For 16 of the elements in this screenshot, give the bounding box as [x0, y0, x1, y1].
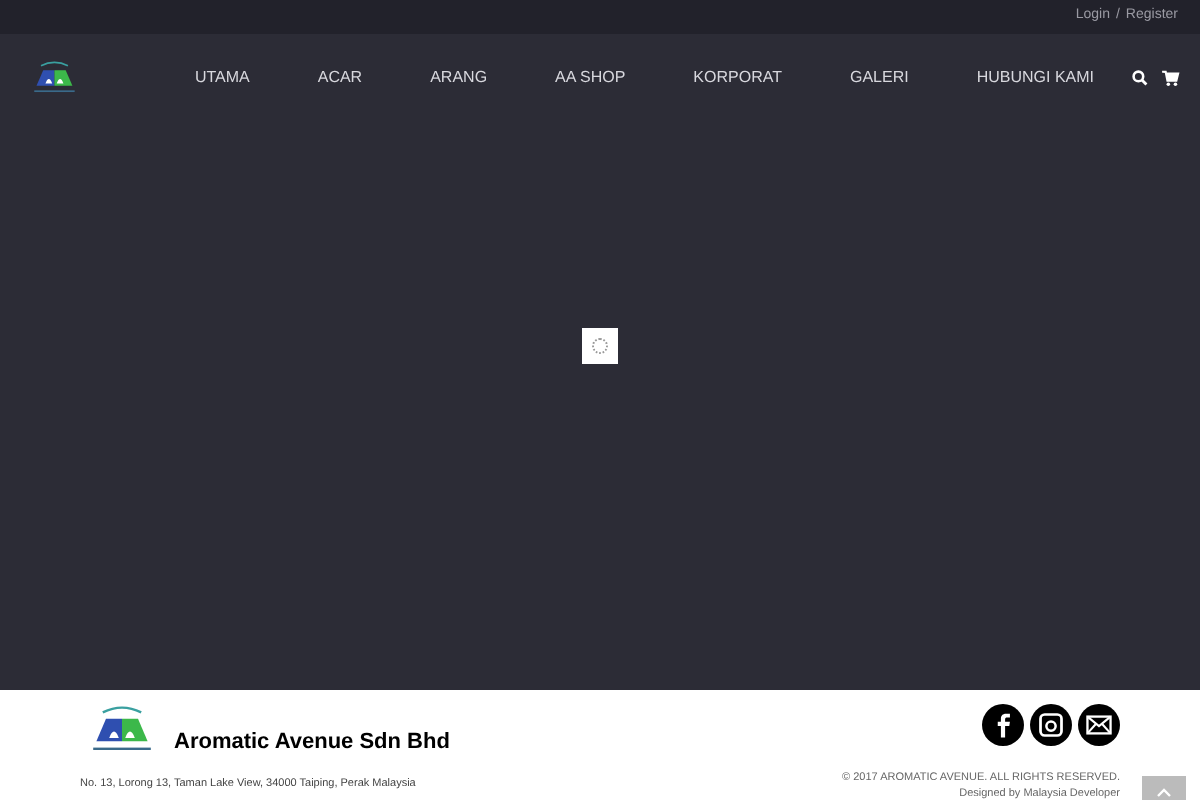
- nav-link[interactable]: AA SHOP: [521, 65, 660, 89]
- chevron-up-icon: [1156, 787, 1172, 797]
- mail-icon[interactable]: [1078, 704, 1120, 746]
- cart-icon[interactable]: [1162, 69, 1180, 85]
- company-name: Aromatic Avenue Sdn Bhd: [174, 727, 450, 757]
- nav-link[interactable]: UTAMA: [160, 65, 284, 89]
- nav-link[interactable]: ARANG: [396, 65, 522, 89]
- instagram-icon[interactable]: [1030, 704, 1072, 746]
- nav-link[interactable]: KORPORAT: [659, 65, 816, 89]
- logo-icon: [90, 704, 154, 756]
- loading-spinner: [582, 328, 618, 364]
- facebook-icon[interactable]: [982, 704, 1024, 746]
- search-icon[interactable]: [1132, 69, 1148, 85]
- nav-link[interactable]: HUBUNGI KAMI: [942, 65, 1128, 89]
- nav-link[interactable]: GALERI: [815, 65, 943, 89]
- nav-link[interactable]: ACAR: [283, 65, 397, 89]
